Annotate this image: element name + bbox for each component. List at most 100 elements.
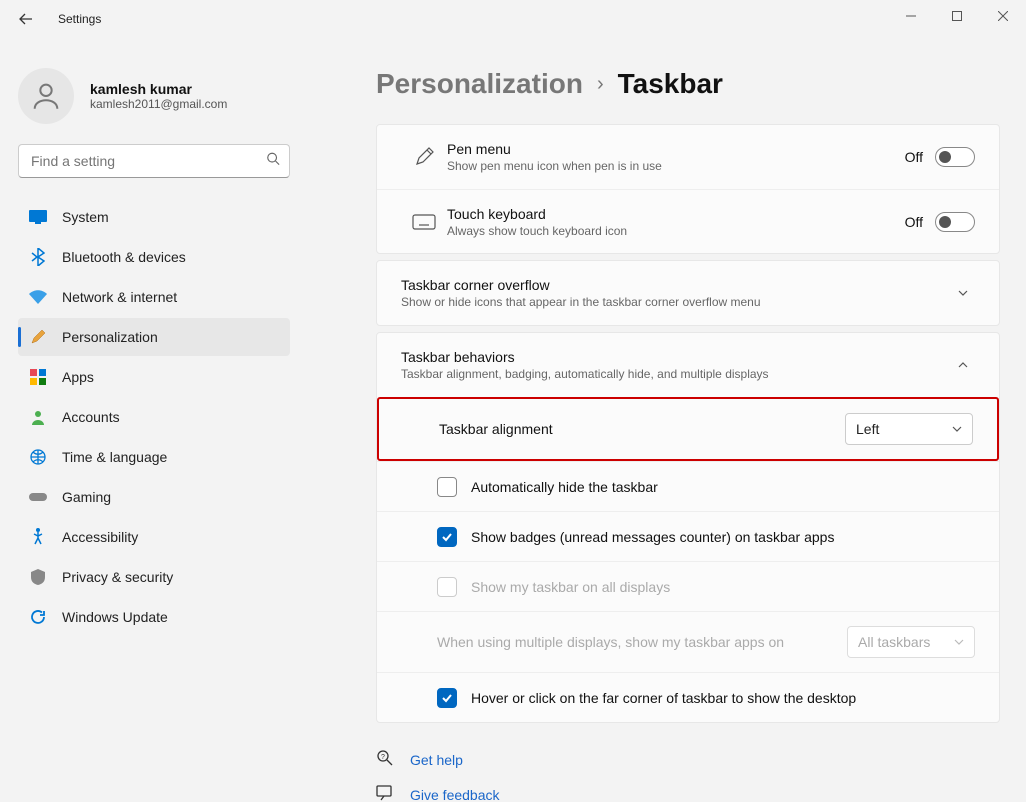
window-controls <box>888 0 1026 32</box>
dropdown-value: All taskbars <box>858 634 930 650</box>
row-title: Taskbar behaviors <box>401 349 951 365</box>
nav-gaming[interactable]: Gaming <box>18 478 290 516</box>
hover-corner-checkbox[interactable] <box>437 688 457 708</box>
nav-label: Bluetooth & devices <box>62 249 186 265</box>
nav-apps[interactable]: Apps <box>18 358 290 396</box>
nav-label: Personalization <box>62 329 158 345</box>
nav-update[interactable]: Windows Update <box>18 598 290 636</box>
toggle-state: Off <box>905 149 923 165</box>
setting-label: Hover or click on the far corner of task… <box>471 690 856 706</box>
app-title: Settings <box>58 12 101 26</box>
row-title: Touch keyboard <box>447 206 905 222</box>
back-button[interactable] <box>18 11 58 27</box>
user-email: kamlesh2011@gmail.com <box>90 97 227 111</box>
breadcrumb-parent[interactable]: Personalization <box>376 68 583 100</box>
pen-menu-toggle[interactable] <box>935 147 975 167</box>
row-desc: Always show touch keyboard icon <box>447 224 905 238</box>
nav-label: Accessibility <box>62 529 138 545</box>
nav-label: Network & internet <box>62 289 177 305</box>
search-icon <box>266 152 280 171</box>
sidebar: kamlesh kumar kamlesh2011@gmail.com Syst… <box>0 38 300 802</box>
nav-label: Gaming <box>62 489 111 505</box>
search-input[interactable] <box>18 144 290 178</box>
chevron-down-icon <box>951 287 975 299</box>
taskbar-behaviors-header[interactable]: Taskbar behaviors Taskbar alignment, bad… <box>377 333 999 397</box>
row-desc: Show or hide icons that appear in the ta… <box>401 295 951 309</box>
setting-label: Taskbar alignment <box>439 421 553 437</box>
hover-corner-row[interactable]: Hover or click on the far corner of task… <box>377 672 999 722</box>
nav-network[interactable]: Network & internet <box>18 278 290 316</box>
user-name: kamlesh kumar <box>90 81 227 97</box>
breadcrumb: Personalization › Taskbar <box>376 68 1000 100</box>
all-displays-row: Show my taskbar on all displays <box>377 561 999 611</box>
setting-label: Show badges (unread messages counter) on… <box>471 529 834 545</box>
get-help-link[interactable]: ? Get help <box>376 749 1000 770</box>
taskbar-alignment-dropdown[interactable]: Left <box>845 413 973 445</box>
setting-label: Show my taskbar on all displays <box>471 579 670 595</box>
nav-bluetooth[interactable]: Bluetooth & devices <box>18 238 290 276</box>
setting-label: Automatically hide the taskbar <box>471 479 658 495</box>
row-title: Pen menu <box>447 141 905 157</box>
display-icon <box>28 207 48 227</box>
bluetooth-icon <box>28 247 48 267</box>
corner-overflow-card[interactable]: Taskbar corner overflow Show or hide ico… <box>376 260 1000 326</box>
accessibility-icon <box>28 527 48 547</box>
nav-label: Accounts <box>62 409 120 425</box>
close-button[interactable] <box>980 0 1026 32</box>
person-icon <box>28 407 48 427</box>
taskbar-corner-icons-card: Pen menu Show pen menu icon when pen is … <box>376 124 1000 254</box>
nav-time[interactable]: Time & language <box>18 438 290 476</box>
nav-label: System <box>62 209 109 225</box>
multi-display-row: When using multiple displays, show my ta… <box>377 611 999 672</box>
all-displays-checkbox <box>437 577 457 597</box>
nav-accessibility[interactable]: Accessibility <box>18 518 290 556</box>
nav-privacy[interactable]: Privacy & security <box>18 558 290 596</box>
gaming-icon <box>28 487 48 507</box>
help-icon: ? <box>376 749 396 770</box>
nav-system[interactable]: System <box>18 198 290 236</box>
nav-label: Time & language <box>62 449 167 465</box>
row-desc: Show pen menu icon when pen is in use <box>447 159 905 173</box>
apps-icon <box>28 367 48 387</box>
auto-hide-row[interactable]: Automatically hide the taskbar <box>377 461 999 511</box>
taskbar-behaviors-card: Taskbar behaviors Taskbar alignment, bad… <box>376 332 1000 723</box>
show-badges-checkbox[interactable] <box>437 527 457 547</box>
link-text[interactable]: Get help <box>410 752 463 768</box>
maximize-button[interactable] <box>934 0 980 32</box>
dropdown-value: Left <box>856 421 879 437</box>
shield-icon <box>28 567 48 587</box>
minimize-button[interactable] <box>888 0 934 32</box>
toggle-state: Off <box>905 214 923 230</box>
network-icon <box>28 287 48 307</box>
brush-icon <box>28 327 48 347</box>
footer-links: ? Get help Give feedback <box>376 749 1000 802</box>
page-title: Taskbar <box>618 68 723 100</box>
user-block[interactable]: kamlesh kumar kamlesh2011@gmail.com <box>18 68 290 124</box>
auto-hide-checkbox[interactable] <box>437 477 457 497</box>
nav-label: Privacy & security <box>62 569 173 585</box>
chevron-up-icon <box>951 359 975 371</box>
row-title: Taskbar corner overflow <box>401 277 951 293</box>
taskbar-alignment-row: Taskbar alignment Left <box>377 397 999 461</box>
main-content: Personalization › Taskbar Pen menu Show … <box>300 38 1026 802</box>
pen-menu-row: Pen menu Show pen menu icon when pen is … <box>377 125 999 189</box>
titlebar: Settings <box>0 0 1026 38</box>
search-wrap <box>18 144 290 178</box>
link-text[interactable]: Give feedback <box>410 787 500 802</box>
nav-personalization[interactable]: Personalization <box>18 318 290 356</box>
show-badges-row[interactable]: Show badges (unread messages counter) on… <box>377 511 999 561</box>
svg-text:?: ? <box>381 754 385 761</box>
row-desc: Taskbar alignment, badging, automaticall… <box>401 367 951 381</box>
update-icon <box>28 607 48 627</box>
give-feedback-link[interactable]: Give feedback <box>376 784 1000 802</box>
nav-accounts[interactable]: Accounts <box>18 398 290 436</box>
setting-label: When using multiple displays, show my ta… <box>437 634 784 650</box>
feedback-icon <box>376 784 396 802</box>
pen-icon <box>401 146 447 168</box>
touch-keyboard-toggle[interactable] <box>935 212 975 232</box>
avatar <box>18 68 74 124</box>
globe-icon <box>28 447 48 467</box>
keyboard-icon <box>401 214 447 230</box>
nav-label: Windows Update <box>62 609 168 625</box>
chevron-right-icon: › <box>597 73 604 96</box>
